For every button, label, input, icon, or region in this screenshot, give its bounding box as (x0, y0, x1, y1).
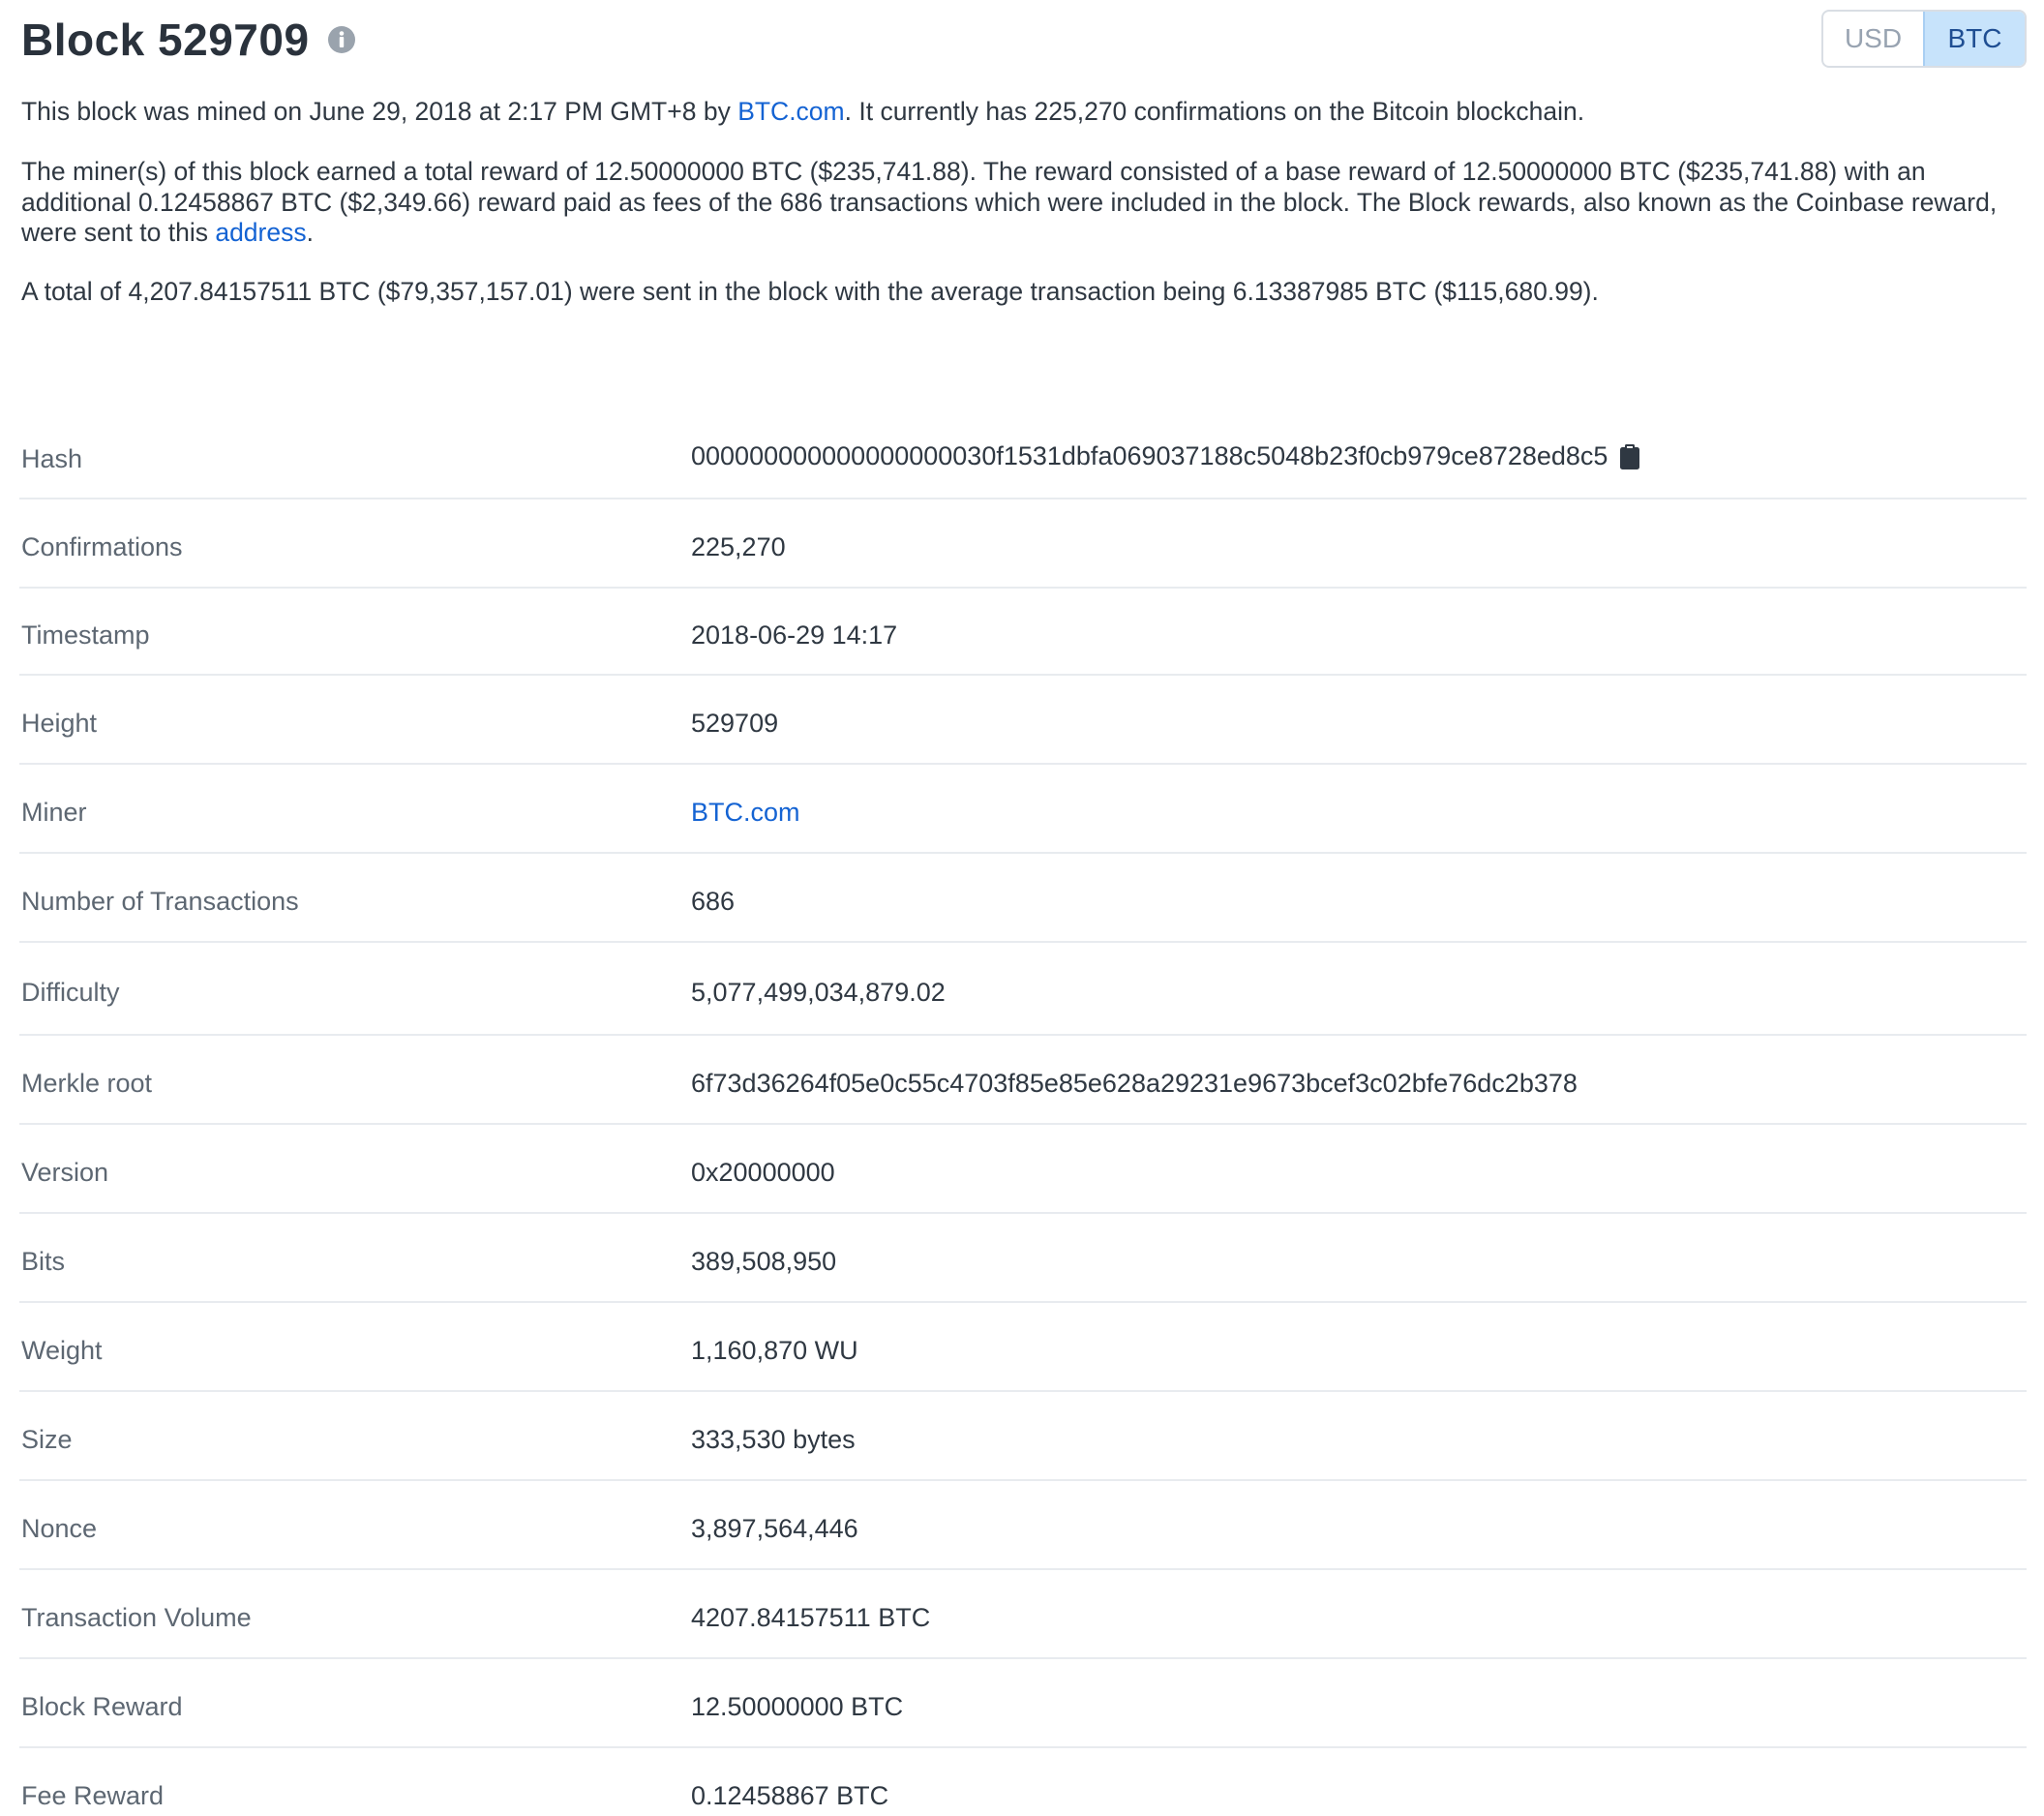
detail-row-height: Height 529709 (19, 676, 2027, 765)
detail-value-text: 0x20000000 (691, 1158, 835, 1187)
detail-value-height: 529709 (691, 709, 778, 739)
detail-label-confirmations: Confirmations (21, 532, 183, 561)
detail-row-nonce: Nonce 3,897,564,446 (19, 1481, 2027, 1570)
mined-summary-text: This block was mined on June 29, 2018 at… (21, 97, 738, 126)
detail-label-difficulty: Difficulty (21, 978, 120, 1007)
detail-row-weight: Weight 1,160,870 WU (19, 1303, 2027, 1392)
detail-value-text: 12.50000000 BTC (691, 1692, 904, 1721)
detail-value-text: 4207.84157511 BTC (691, 1603, 931, 1632)
page-title: Block 529709 (21, 15, 310, 65)
mined-summary: This block was mined on June 29, 2018 at… (21, 97, 2025, 128)
detail-value-confirmations: 225,270 (691, 532, 786, 562)
detail-value-version: 0x20000000 (691, 1158, 835, 1188)
reward-summary: The miner(s) of this block earned a tota… (21, 157, 2025, 249)
detail-row-block-reward: Block Reward 12.50000000 BTC (19, 1659, 2027, 1748)
detail-row-bits: Bits 389,508,950 (19, 1214, 2027, 1303)
reward-summary-text-end: . (306, 218, 314, 247)
detail-value-weight: 1,160,870 WU (691, 1336, 858, 1366)
detail-label-miner: Miner (21, 798, 87, 827)
detail-value-difficulty: 5,077,499,034,879.02 (691, 978, 946, 1008)
currency-toggle: USD BTC (1821, 10, 2027, 68)
reward-summary-text: The miner(s) of this block earned a tota… (21, 157, 1998, 247)
detail-value-merkle-root: 6f73d36264f05e0c55c4703f85e85e628a29231e… (691, 1069, 1578, 1099)
detail-value-miner: BTC.com (691, 798, 800, 828)
detail-label-transaction-volume: Transaction Volume (21, 1603, 252, 1632)
detail-row-fee-reward: Fee Reward 0.12458867 BTC (19, 1748, 2027, 1816)
detail-value-size: 333,530 bytes (691, 1425, 856, 1455)
detail-label-size: Size (21, 1425, 73, 1454)
detail-value-text: 686 (691, 887, 736, 916)
miner-value-link[interactable]: BTC.com (691, 798, 800, 828)
detail-row-confirmations: Confirmations 225,270 (19, 499, 2027, 589)
detail-label-number-of-transactions: Number of Transactions (21, 887, 299, 916)
info-icon[interactable] (327, 25, 356, 54)
detail-row-difficulty: Difficulty 5,077,499,034,879.02 (19, 943, 2027, 1036)
block-detail-page: Block 529709 USD BTC This block was mine… (0, 0, 2044, 1816)
detail-label-weight: Weight (21, 1336, 103, 1365)
detail-label-block-reward: Block Reward (21, 1692, 183, 1721)
clipboard-icon[interactable] (1619, 443, 1640, 470)
detail-label-timestamp: Timestamp (21, 620, 150, 650)
detail-row-number-of-transactions: Number of Transactions 686 (19, 854, 2027, 943)
detail-row-transaction-volume: Transaction Volume 4207.84157511 BTC (19, 1570, 2027, 1659)
detail-value-text: 333,530 bytes (691, 1425, 856, 1454)
detail-value-text: 389,508,950 (691, 1247, 837, 1276)
currency-usd-button[interactable]: USD (1823, 12, 1923, 66)
detail-value-timestamp: 2018-06-29 14:17 (691, 620, 897, 651)
detail-row-merkle-root: Merkle root 6f73d36264f05e0c55c4703f85e85… (19, 1036, 2027, 1125)
detail-label-fee-reward: Fee Reward (21, 1781, 165, 1810)
volume-summary: A total of 4,207.84157511 BTC ($79,357,1… (21, 277, 1599, 306)
detail-label-height: Height (21, 709, 98, 738)
detail-row-version: Version 0x20000000 (19, 1125, 2027, 1214)
detail-row-hash: Hash 000000000000000000030f1531dbfa069037… (19, 412, 2027, 499)
detail-value-text: 0.12458867 BTC (691, 1781, 889, 1810)
detail-row-miner: Miner BTC.com (19, 765, 2027, 854)
detail-label-nonce: Nonce (21, 1514, 98, 1543)
detail-label-version: Version (21, 1158, 109, 1187)
detail-label-hash: Hash (21, 444, 83, 473)
detail-value-fee-reward: 0.12458867 BTC (691, 1781, 888, 1811)
mined-summary-text-end: . It currently has 225,270 confirmations… (844, 97, 1585, 126)
detail-value-number-of-transactions: 686 (691, 887, 735, 917)
detail-value-text: 000000000000000000030f1531dbfa069037188c… (691, 441, 1608, 470)
detail-value-text: 529709 (691, 709, 779, 738)
detail-value-bits: 389,508,950 (691, 1247, 836, 1277)
detail-value-block-reward: 12.50000000 BTC (691, 1692, 903, 1722)
detail-value-transaction-volume: 4207.84157511 BTC (691, 1603, 930, 1633)
detail-value-nonce: 3,897,564,446 (691, 1514, 858, 1544)
currency-btc-button[interactable]: BTC (1923, 12, 2025, 66)
page-header: Block 529709 (21, 10, 356, 70)
detail-value-text: 5,077,499,034,879.02 (691, 978, 946, 1007)
detail-row-timestamp: Timestamp 2018-06-29 14:17 (19, 589, 2027, 676)
detail-value-text: 1,160,870 WU (691, 1336, 858, 1365)
miner-link[interactable]: BTC.com (737, 97, 844, 126)
detail-value-text: 6f73d36264f05e0c55c4703f85e85e628a29231e… (691, 1069, 1578, 1098)
detail-value-hash: 000000000000000000030f1531dbfa069037188c… (691, 441, 1640, 471)
detail-value-text: 3,897,564,446 (691, 1514, 858, 1543)
detail-value-text: 225,270 (691, 532, 786, 561)
detail-label-merkle-root: Merkle root (21, 1069, 153, 1098)
detail-row-size: Size 333,530 bytes (19, 1392, 2027, 1481)
detail-label-bits: Bits (21, 1247, 66, 1276)
block-details-table: Hash 000000000000000000030f1531dbfa069037… (19, 412, 2027, 1816)
detail-value-text: 2018-06-29 14:17 (691, 620, 898, 650)
coinbase-address-link[interactable]: address (215, 218, 306, 247)
